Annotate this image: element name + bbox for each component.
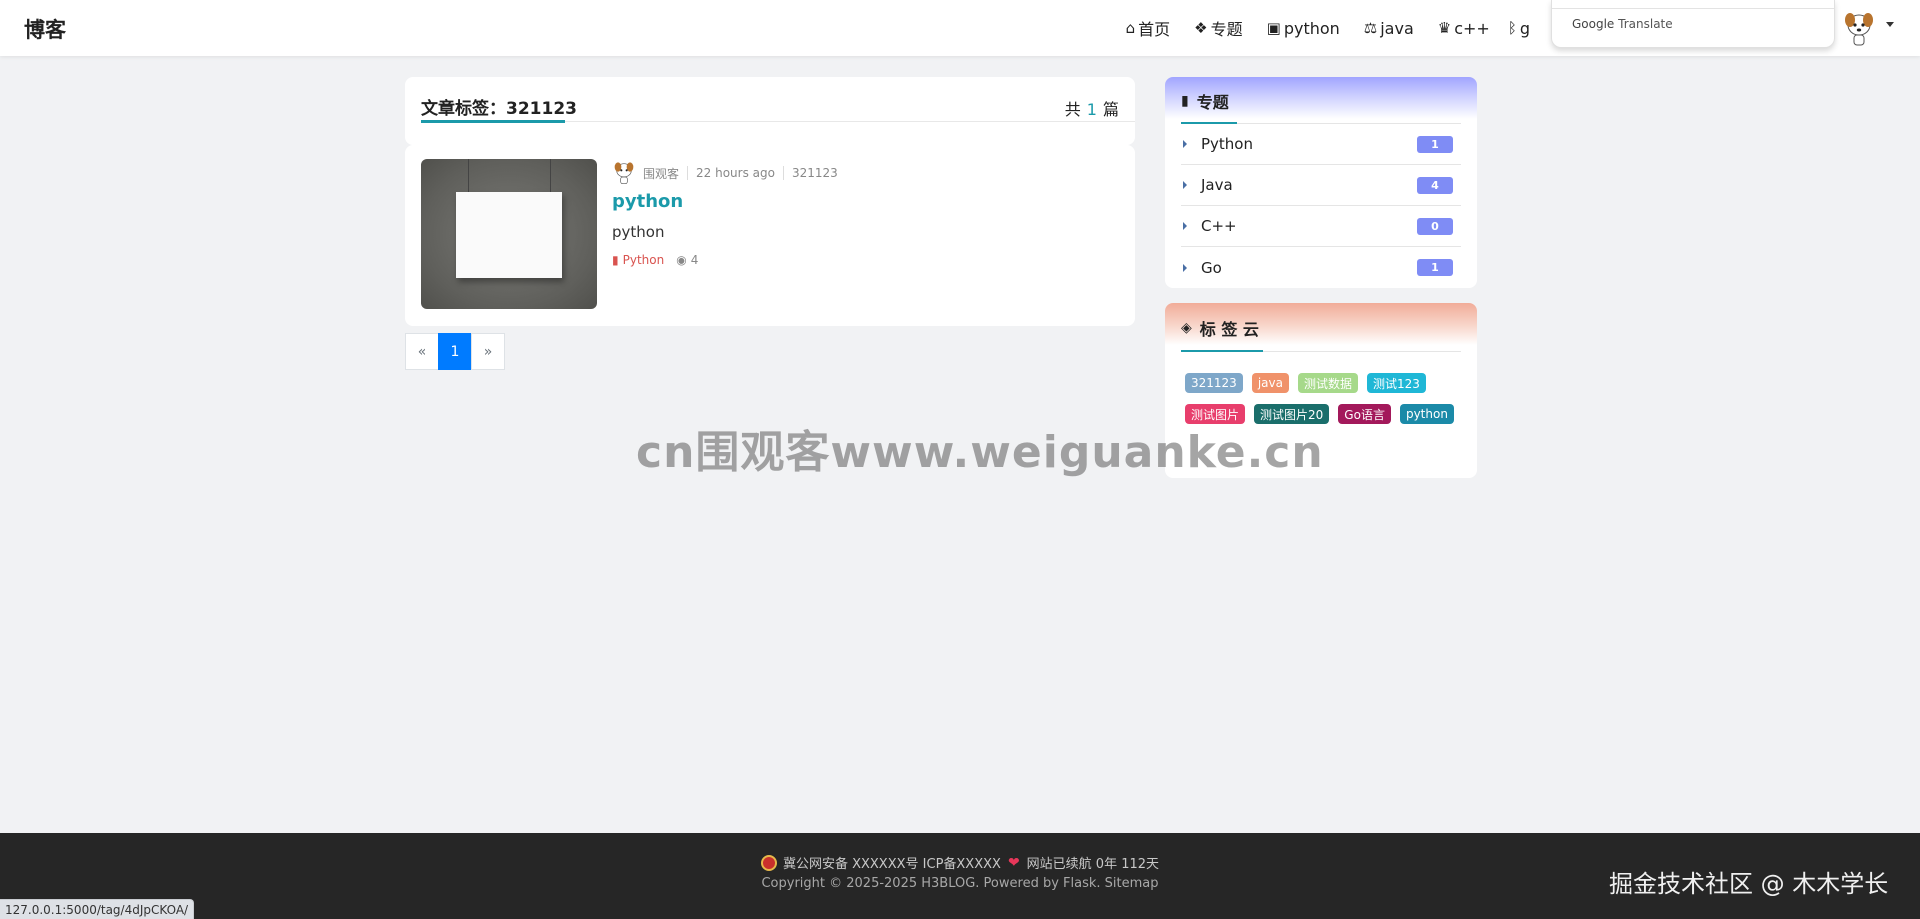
cubes-icon: ❖ bbox=[1194, 19, 1208, 37]
watermark: cn围观客www.weiguanke.cn bbox=[636, 427, 1324, 478]
tag-pill[interactable]: 测试123 bbox=[1366, 373, 1426, 393]
caret-right-icon bbox=[1183, 222, 1187, 230]
post-author[interactable]: 围观客 bbox=[643, 165, 679, 182]
post-topic-link[interactable]: ▮ Python bbox=[612, 253, 664, 267]
sidebar-topic-java[interactable]: Java 4 bbox=[1181, 165, 1461, 206]
count-prefix: 共 bbox=[1064, 100, 1081, 119]
nav-item-python[interactable]: ▣ python bbox=[1267, 19, 1340, 38]
divider bbox=[687, 166, 689, 180]
tag-pill[interactable]: 测试数据 bbox=[1297, 373, 1358, 393]
topic-name: Go bbox=[1201, 258, 1222, 277]
python-icon: ▣ bbox=[1266, 19, 1281, 37]
fence-icon: ♛ bbox=[1437, 19, 1452, 37]
status-bar-url: 127.0.0.1:5000/tag/4dJpCKOA/ bbox=[0, 899, 195, 919]
topic-count-badge: 1 bbox=[1417, 259, 1453, 276]
heart-icon: ❤ bbox=[1007, 854, 1020, 871]
count-value: 1 bbox=[1086, 100, 1097, 119]
pagination-prev-button[interactable]: « bbox=[405, 333, 439, 370]
home-icon: ⌂ bbox=[1125, 19, 1136, 37]
topics-title-text: 专题 bbox=[1196, 93, 1229, 112]
post-footer: ▮ Python ◉ 4 bbox=[612, 253, 698, 267]
nav-item-go[interactable]: ᛒ g bbox=[1508, 19, 1530, 38]
book-icon: ▮ bbox=[1181, 93, 1189, 109]
topic-count-badge: 1 bbox=[1417, 135, 1453, 153]
user-avatar[interactable] bbox=[1843, 11, 1875, 47]
nav-item-home[interactable]: ⌂ 首页 bbox=[1126, 16, 1171, 40]
sidebar-topics-title: ▮ 专题 bbox=[1181, 89, 1229, 113]
tags-icon: ◈ bbox=[1181, 320, 1192, 336]
post-title-link[interactable]: python bbox=[612, 191, 683, 212]
nav-item-label: 专题 bbox=[1210, 20, 1243, 39]
pagination: « 1 » bbox=[405, 333, 505, 370]
author-avatar bbox=[614, 162, 634, 184]
caret-right-icon bbox=[1183, 263, 1187, 272]
sidebar-topic-cpp[interactable]: C++ 0 bbox=[1181, 206, 1461, 247]
tag-pill[interactable]: python bbox=[1399, 404, 1454, 424]
nav-links: ⌂ 首页 ❖ 专题 ▣ python ⚖ java ♛ c++ ᛒ g bbox=[1102, 0, 1530, 56]
nav-item-topics[interactable]: ❖ 专题 bbox=[1194, 16, 1242, 40]
title-accent-bar bbox=[421, 120, 565, 123]
balance-scale-icon: ⚖ bbox=[1363, 19, 1378, 37]
nav-item-label: c++ bbox=[1454, 18, 1490, 38]
google-brand: Google bbox=[1572, 17, 1615, 31]
post-meta: 围观客 22 hours ago 321123 bbox=[613, 161, 838, 185]
bluetooth-icon: ᛒ bbox=[1507, 19, 1517, 37]
nav-item-label: java bbox=[1380, 18, 1414, 38]
beian-text[interactable]: 冀公网安备 XXXXXX号 ICP备XXXXX bbox=[783, 853, 1001, 872]
tag-header-card: 文章标签：321123 共1篇 bbox=[405, 77, 1135, 145]
post-thumbnail[interactable] bbox=[421, 159, 597, 309]
count-suffix: 篇 bbox=[1102, 100, 1119, 119]
paper-image bbox=[456, 192, 562, 278]
nav-item-cpp[interactable]: ♛ c++ bbox=[1438, 19, 1490, 38]
post-views: ◉ 4 bbox=[676, 253, 698, 267]
sidebar-topic-go[interactable]: Go 1 bbox=[1181, 247, 1461, 288]
page-title: 文章标签：321123 bbox=[421, 99, 577, 119]
decoration bbox=[468, 159, 469, 193]
pagination-next-button[interactable]: » bbox=[471, 333, 505, 370]
topic-list: Python 1 Java 4 C++ 0 Go 1 bbox=[1181, 124, 1461, 288]
post-card: 围观客 22 hours ago 321123 python python ▮ … bbox=[405, 145, 1135, 326]
topic-count-badge: 4 bbox=[1417, 176, 1453, 194]
eye-icon: ◉ bbox=[676, 253, 687, 267]
nav-item-label: python bbox=[1283, 18, 1340, 38]
juejin-watermark: 掘金技术社区 @ 木木学长 bbox=[1609, 870, 1889, 898]
nav-item-label: g bbox=[1519, 18, 1530, 38]
pagination-page-button[interactable]: 1 bbox=[438, 333, 472, 370]
title-accent-bar bbox=[1181, 350, 1263, 352]
topic-name: Python bbox=[1201, 135, 1253, 153]
topic-name: C++ bbox=[1201, 217, 1237, 235]
uptime-text: 网站已续航 0年 112天 bbox=[1026, 857, 1160, 872]
article-count: 共1篇 bbox=[1065, 96, 1119, 120]
chevron-down-icon[interactable] bbox=[1886, 22, 1894, 27]
sidebar-topic-python[interactable]: Python 1 bbox=[1181, 124, 1461, 165]
view-count: 4 bbox=[690, 253, 699, 267]
nav-item-java[interactable]: ⚖ java bbox=[1364, 19, 1414, 38]
site-footer: 冀公网安备 XXXXXX号 ICP备XXXXX ❤ 网站已续航 0年 112天 … bbox=[0, 833, 1920, 919]
topic-count-badge: 0 bbox=[1417, 217, 1453, 235]
police-badge-icon bbox=[760, 854, 777, 871]
decoration bbox=[550, 159, 551, 193]
sidebar-tags-title: ◈ 标 签 云 bbox=[1181, 316, 1259, 340]
post-tag[interactable]: 321123 bbox=[792, 166, 838, 180]
translate-text: Translate bbox=[1618, 17, 1673, 31]
tag-pill[interactable]: 321123 bbox=[1185, 373, 1243, 393]
book-icon: ▮ bbox=[612, 253, 619, 267]
topic-name: Java bbox=[1201, 176, 1233, 194]
google-translate-popup[interactable]: Google Translate bbox=[1551, 0, 1835, 48]
divider bbox=[1552, 8, 1834, 9]
tag-pill[interactable]: Go语言 bbox=[1338, 404, 1391, 424]
post-summary: python bbox=[612, 223, 665, 241]
tags-title-text: 标 签 云 bbox=[1199, 320, 1259, 339]
post-time: 22 hours ago bbox=[696, 166, 775, 180]
caret-right-icon bbox=[1183, 140, 1187, 148]
google-translate-label: Google Translate bbox=[1572, 17, 1673, 31]
caret-right-icon bbox=[1183, 181, 1187, 189]
post-topic-label: Python bbox=[622, 253, 665, 267]
tag-pill[interactable]: java bbox=[1251, 373, 1289, 393]
sidebar-topics-card: ▮ 专题 Python 1 Java 4 C++ 0 Go 1 bbox=[1165, 77, 1477, 288]
site-brand[interactable]: 博客 bbox=[24, 14, 66, 44]
divider bbox=[782, 166, 784, 180]
nav-item-label: 首页 bbox=[1138, 20, 1171, 39]
